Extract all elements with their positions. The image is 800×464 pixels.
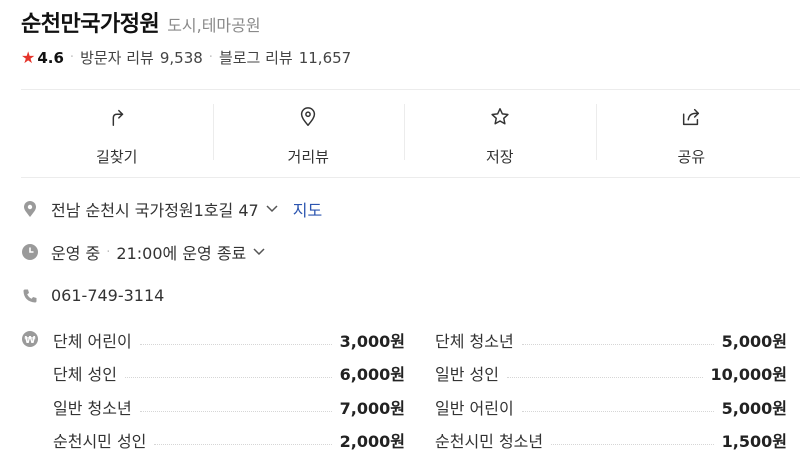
dotted-leader — [551, 443, 714, 445]
street-view-label: 거리뷰 — [287, 148, 329, 166]
share-label: 공유 — [677, 148, 706, 166]
open-status: 운영 중 — [51, 244, 101, 263]
directions-label: 길찾기 — [96, 148, 138, 166]
address-row: 전남 순천시 국가정원1호길 47 지도 — [21, 197, 322, 221]
star-outline-icon — [489, 106, 511, 132]
rating-score: 4.6 — [37, 48, 64, 67]
visitor-review-count[interactable]: 9,538 — [160, 49, 203, 67]
phone-icon — [21, 287, 39, 305]
place-name: 순천만국가정원 — [21, 12, 160, 37]
separator-dot: · — [208, 50, 213, 65]
price-value: 10,000원 — [710, 365, 787, 384]
phone-number[interactable]: 061-749-3114 — [51, 286, 164, 305]
visitor-review-label[interactable]: 방문자 리뷰 — [80, 47, 154, 68]
svg-text:₩: ₩ — [24, 335, 35, 346]
share-icon — [680, 106, 702, 132]
price-item: 일반 성인 10,000원 — [435, 361, 787, 385]
dotted-leader — [154, 443, 332, 445]
dotted-leader — [506, 376, 703, 378]
price-name: 단체 성인 — [53, 365, 117, 384]
price-name: 일반 어린이 — [435, 399, 514, 418]
location-icon — [21, 200, 39, 218]
place-category: 도시,테마공원 — [167, 16, 261, 35]
price-name: 단체 청소년 — [435, 332, 514, 351]
divider — [21, 177, 800, 178]
price-value: 1,500원 — [721, 432, 787, 451]
rating-star-icon: ★ — [21, 48, 36, 67]
address-text: 전남 순천시 국가정원1호길 47 — [51, 201, 259, 220]
price-item: 단체 어린이 3,000원 — [53, 328, 405, 352]
title-row: 순천만국가정원 도시,테마공원 — [21, 6, 261, 38]
clock-icon — [21, 243, 39, 261]
hours-row[interactable]: 운영 중 · 21:00에 운영 종료 — [21, 240, 266, 264]
dotted-leader — [124, 376, 332, 378]
price-item: 일반 청소년 7,000원 — [53, 395, 405, 419]
price-name: 순천시민 청소년 — [435, 432, 544, 451]
blog-review-label[interactable]: 블로그 리뷰 — [219, 47, 293, 68]
location-pin-icon — [297, 106, 319, 132]
dotted-leader — [521, 343, 714, 345]
price-item: 순천시민 성인 2,000원 — [53, 428, 405, 452]
separator-dot: · — [69, 50, 75, 65]
won-currency-icon: ₩ — [21, 330, 39, 348]
price-row-icon-wrap: ₩ — [21, 330, 51, 352]
map-link[interactable]: 지도 — [293, 197, 322, 221]
dotted-leader — [521, 410, 714, 412]
dotted-leader — [139, 343, 332, 345]
share-button[interactable]: 공유 — [595, 90, 788, 177]
hours-expand-chevron-icon[interactable] — [252, 247, 266, 257]
directions-icon — [106, 106, 128, 132]
price-name: 순천시민 성인 — [53, 432, 147, 451]
price-value: 5,000원 — [721, 332, 787, 351]
directions-button[interactable]: 길찾기 — [21, 90, 213, 177]
street-view-button[interactable]: 거리뷰 — [212, 90, 405, 177]
price-item: 일반 어린이 5,000원 — [435, 395, 787, 419]
price-value: 5,000원 — [721, 399, 787, 418]
price-name: 단체 어린이 — [53, 332, 132, 351]
price-item: 단체 성인 6,000원 — [53, 361, 405, 385]
rating-row: ★ 4.6 · 방문자 리뷰 9,538 · 블로그 리뷰 11,657 — [21, 47, 351, 68]
price-item: 순천시민 청소년 1,500원 — [435, 428, 787, 452]
price-item: 단체 청소년 5,000원 — [435, 328, 787, 352]
price-value: 7,000원 — [339, 399, 405, 418]
price-name: 일반 청소년 — [53, 399, 132, 418]
dotted-leader — [139, 410, 332, 412]
price-value: 6,000원 — [339, 365, 405, 384]
price-value: 3,000원 — [339, 332, 405, 351]
blog-review-count[interactable]: 11,657 — [299, 49, 352, 67]
save-button[interactable]: 저장 — [404, 90, 596, 177]
action-bar: 길찾기 거리뷰 저장 공유 — [21, 90, 787, 177]
separator-dot: · — [106, 244, 111, 260]
save-label: 저장 — [485, 148, 514, 166]
phone-row: 061-749-3114 — [21, 286, 164, 305]
closing-time: 21:00에 운영 종료 — [116, 244, 247, 263]
address-expand-chevron-icon[interactable] — [265, 204, 279, 214]
price-name: 일반 성인 — [435, 365, 499, 384]
price-value: 2,000원 — [339, 432, 405, 451]
